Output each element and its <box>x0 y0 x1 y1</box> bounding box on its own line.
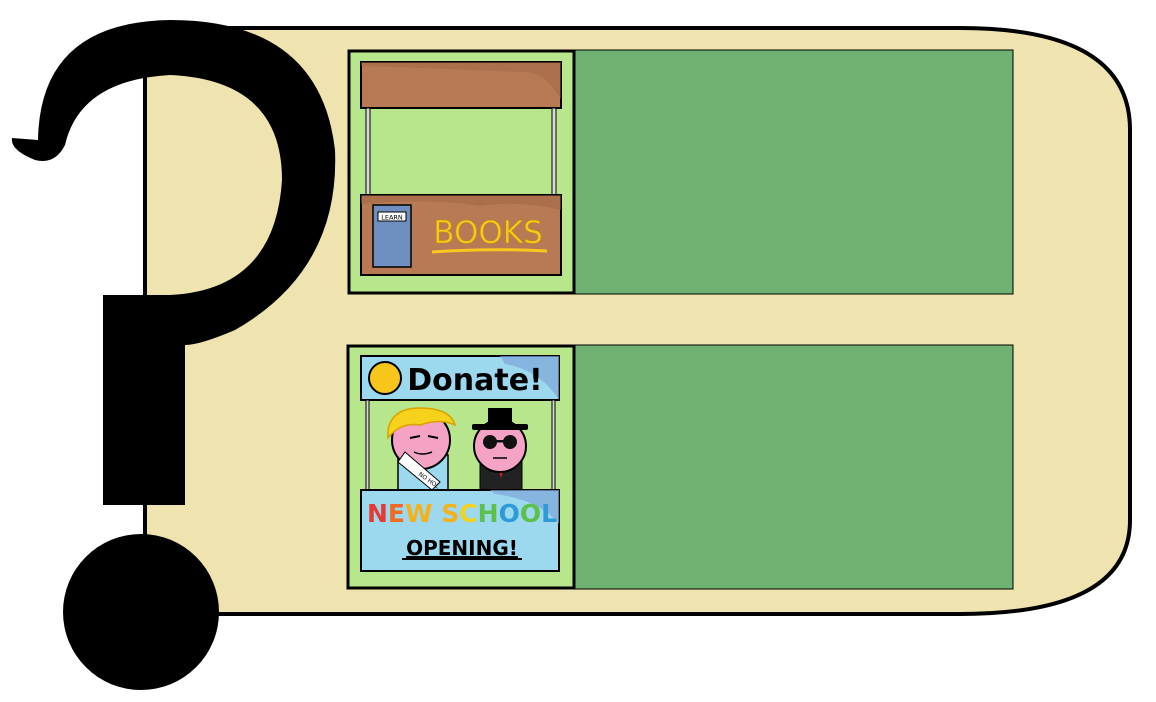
new-school-letter: S <box>441 499 459 528</box>
character-blonde-icon: NO HOL <box>387 407 457 491</box>
new-school-letter: L <box>541 499 557 528</box>
new-school-letter: C <box>459 499 477 528</box>
option-donate-box[interactable] <box>574 344 1014 590</box>
new-school-letter: E <box>388 499 405 528</box>
book-label: LEARN <box>381 214 403 222</box>
new-school-letter <box>433 499 442 528</box>
new-school-sign: NEW SCHOOL <box>367 499 557 528</box>
option-donate[interactable]: Donate! NO HOL NEW SCHOOL OPENING! <box>346 344 1014 590</box>
opening-sign: OPENING! <box>406 536 518 560</box>
choice-scene: LEARN BOOKS Donate! NO HOL NEW SCHOOL OP… <box>11 20 1132 690</box>
books-sign: BOOKS <box>433 215 543 251</box>
coin-icon <box>368 361 402 395</box>
new-school-letter: N <box>367 499 388 528</box>
option-books[interactable]: LEARN BOOKS <box>347 49 1014 295</box>
new-school-letter: W <box>405 499 433 528</box>
new-school-letter: O <box>499 499 520 528</box>
donate-title: Donate! <box>407 363 542 398</box>
new-school-letter: O <box>520 499 541 528</box>
new-school-letter: H <box>478 499 499 528</box>
option-books-box[interactable] <box>574 49 1014 295</box>
